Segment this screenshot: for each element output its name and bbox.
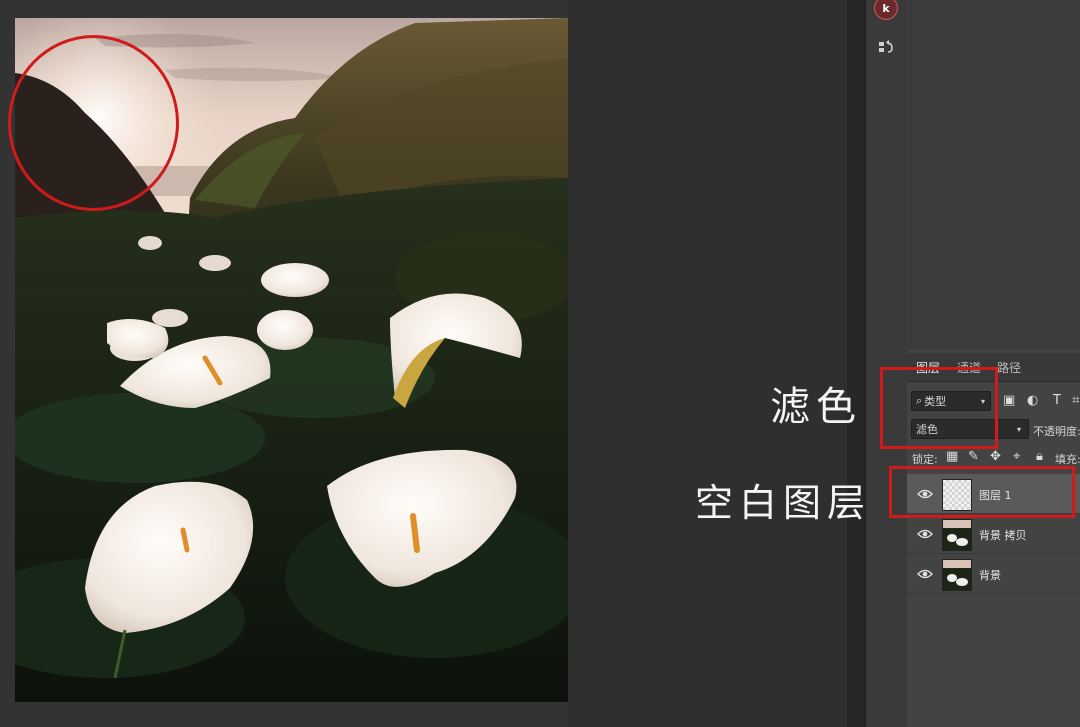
extension-k-icon: k bbox=[874, 0, 898, 20]
blend-mode-annotation: 滤色 bbox=[770, 384, 862, 430]
canvas-background bbox=[568, 0, 847, 727]
filter-shape-icon[interactable]: ⌗ bbox=[1072, 393, 1079, 408]
lock-label: 锁定: bbox=[912, 453, 938, 466]
layer-name: 背景 bbox=[979, 569, 1001, 582]
fill-label: 填充: bbox=[1055, 453, 1080, 466]
lock-transparent-icon[interactable]: ▦ bbox=[946, 449, 958, 464]
visibility-eye-icon[interactable] bbox=[917, 566, 933, 582]
panel-divider-strip bbox=[847, 0, 865, 727]
layer-highlight-box bbox=[889, 466, 1075, 518]
layer-name: 背景 拷贝 bbox=[979, 529, 1027, 542]
extension-button[interactable]: k bbox=[873, 0, 899, 20]
filter-type-icon[interactable]: T bbox=[1053, 393, 1061, 408]
lock-artboard-icon[interactable]: ⌖ bbox=[1013, 449, 1020, 464]
upper-panel-area bbox=[907, 0, 1080, 350]
sun-highlight-circle bbox=[8, 35, 179, 211]
layer-thumbnail-photo bbox=[942, 559, 972, 591]
layer-thumbnail-photo bbox=[942, 519, 972, 551]
history-button[interactable] bbox=[873, 35, 899, 59]
filter-adjustment-icon[interactable]: ◐ bbox=[1027, 393, 1038, 408]
panel-dock bbox=[865, 0, 908, 727]
opacity-label: 不透明度: bbox=[1033, 425, 1080, 438]
layer-row-background[interactable]: 背景 bbox=[907, 554, 1080, 594]
chevron-down-icon: ▾ bbox=[1017, 424, 1022, 434]
history-icon bbox=[879, 40, 893, 53]
lock-move-icon[interactable]: ✥ bbox=[990, 449, 1001, 464]
lock-all-icon[interactable]: 🔒︎ bbox=[1036, 449, 1043, 464]
lock-paint-icon[interactable]: ✎ bbox=[968, 449, 979, 464]
tab-paths[interactable]: 路径 bbox=[997, 359, 1021, 376]
visibility-eye-icon[interactable] bbox=[917, 526, 933, 542]
blend-mode-highlight-box bbox=[880, 367, 998, 449]
filter-pixel-icon[interactable]: ▣ bbox=[1003, 393, 1015, 408]
layer-row-background-copy[interactable]: 背景 拷贝 bbox=[907, 514, 1080, 554]
blank-layer-annotation: 空白图层 bbox=[695, 481, 872, 525]
